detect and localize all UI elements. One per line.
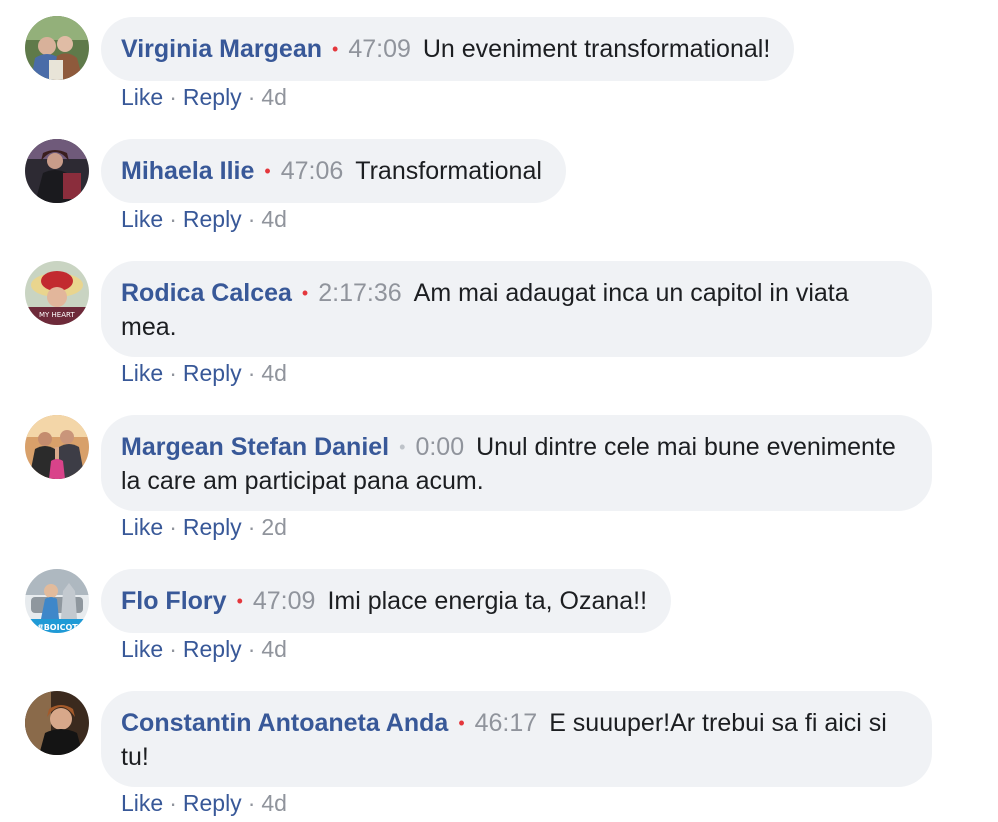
comment-bubble: Mihaela Ilie • 47:06 Transformational bbox=[101, 139, 566, 203]
profile-photo-icon bbox=[25, 691, 89, 755]
comment-bubble: Virginia Margean • 47:09 Un eveniment trans… bbox=[101, 17, 795, 81]
separator-dot: • bbox=[264, 161, 271, 181]
author-name[interactable]: Virginia Margean bbox=[121, 35, 322, 63]
profile-photo-icon: MY HEART bbox=[25, 261, 89, 325]
comment-actions: Like · Reply · 4d bbox=[121, 360, 287, 386]
reply-link[interactable]: Reply bbox=[183, 514, 242, 540]
profile-photo-icon: #BOICOT bbox=[25, 569, 89, 633]
separator-dot: • bbox=[332, 39, 339, 59]
comment-timestamp[interactable]: 47:06 bbox=[281, 157, 344, 185]
reply-link[interactable]: Reply bbox=[183, 790, 242, 816]
avatar[interactable]: #BOICOT bbox=[25, 569, 89, 633]
comment-actions: Like · Reply · 4d bbox=[121, 84, 287, 110]
avatar[interactable] bbox=[25, 415, 89, 479]
comment-actions: Like · Reply · 4d bbox=[121, 636, 287, 662]
comment-timestamp[interactable]: 47:09 bbox=[348, 35, 411, 63]
comment-age[interactable]: 4d bbox=[261, 360, 287, 386]
avatar[interactable]: MY HEART bbox=[25, 261, 89, 325]
comment-age[interactable]: 2d bbox=[261, 514, 287, 540]
comment-age[interactable]: 4d bbox=[261, 84, 287, 110]
comment-text: Transformational bbox=[355, 157, 542, 185]
comment-age[interactable]: 4d bbox=[261, 636, 287, 662]
comment-actions: Like · Reply · 4d bbox=[121, 206, 287, 232]
comment-bubble: Rodica Calcea • 2:17:36 Am mai adaugat inca… bbox=[101, 261, 932, 357]
comment-age[interactable]: 4d bbox=[261, 790, 287, 816]
comment-bubble: Constantin Antoaneta Anda • 46:17 E suuuper… bbox=[101, 691, 932, 787]
like-link[interactable]: Like bbox=[121, 206, 163, 232]
comment-text: Un eveniment transformational! bbox=[422, 35, 771, 63]
author-name[interactable]: Mihaela Ilie bbox=[121, 157, 254, 185]
reply-link[interactable]: Reply bbox=[183, 360, 242, 386]
separator-dot: • bbox=[458, 713, 465, 733]
avatar[interactable] bbox=[25, 16, 89, 80]
comment-age[interactable]: 4d bbox=[261, 206, 287, 232]
comment-timestamp[interactable]: 47:09 bbox=[253, 587, 316, 615]
separator-dot: • bbox=[399, 437, 406, 457]
like-link[interactable]: Like bbox=[121, 360, 163, 386]
comment-text: Imi place energia ta, Ozana!! bbox=[327, 587, 648, 615]
avatar-badge: #BOICOT bbox=[37, 623, 78, 632]
comment-timestamp[interactable]: 2:17:36 bbox=[318, 279, 401, 307]
profile-photo-icon bbox=[25, 16, 89, 80]
separator-dot: • bbox=[301, 283, 309, 303]
profile-photo-icon bbox=[25, 139, 89, 203]
avatar[interactable] bbox=[25, 139, 89, 203]
like-link[interactable]: Like bbox=[121, 514, 163, 540]
like-link[interactable]: Like bbox=[121, 84, 163, 110]
avatar[interactable] bbox=[25, 691, 89, 755]
reply-link[interactable]: Reply bbox=[183, 636, 242, 662]
avatar-badge: MY HEART bbox=[39, 311, 75, 319]
comment-bubble: Flo Flory • 47:09 Imi place energia ta, Oza… bbox=[101, 569, 672, 633]
author-name[interactable]: Margean Stefan Daniel bbox=[121, 433, 389, 461]
author-name[interactable]: Rodica Calcea bbox=[121, 279, 292, 307]
author-name[interactable]: Flo Flory bbox=[121, 587, 227, 615]
reply-link[interactable]: Reply bbox=[183, 206, 242, 232]
like-link[interactable]: Like bbox=[121, 790, 163, 816]
comment-actions: Like · Reply · 4d bbox=[121, 790, 287, 816]
profile-photo-icon bbox=[25, 415, 89, 479]
like-link[interactable]: Like bbox=[121, 636, 163, 662]
comment-bubble: Margean Stefan Daniel • 0:00 Unul dintre ce… bbox=[101, 415, 932, 511]
reply-link[interactable]: Reply bbox=[183, 84, 242, 110]
author-name[interactable]: Constantin Antoaneta Anda bbox=[121, 709, 448, 737]
comment-actions: Like · Reply · 2d bbox=[121, 514, 287, 540]
comment-timestamp[interactable]: 0:00 bbox=[415, 433, 464, 461]
comment-timestamp[interactable]: 46:17 bbox=[475, 709, 538, 737]
separator-dot: • bbox=[236, 591, 243, 611]
